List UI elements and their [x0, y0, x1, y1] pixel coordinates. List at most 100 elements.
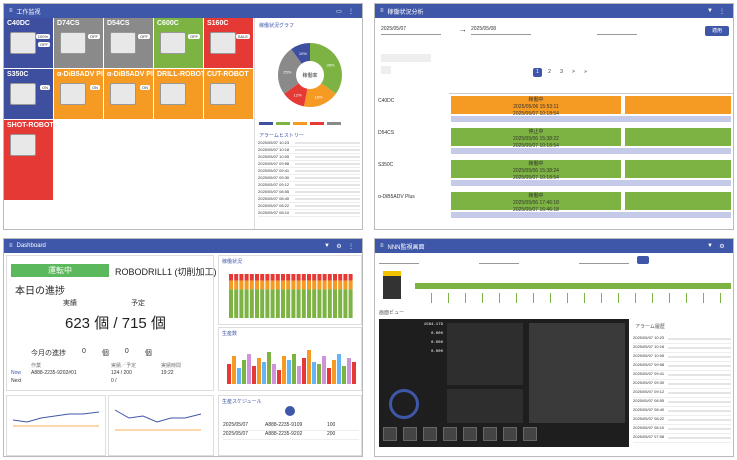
- machine-tile[interactable]: D54CS OFF: [104, 18, 153, 68]
- page-button[interactable]: 1: [533, 68, 542, 77]
- list-item[interactable]: 2025/05/07 08:10: [633, 425, 731, 434]
- machine-tile[interactable]: CUT-ROBOT: [204, 69, 253, 119]
- list-item[interactable]: 2025/05/07 10:18: [258, 147, 360, 154]
- gear-icon[interactable]: ⚙: [333, 243, 345, 250]
- list-item[interactable]: 2025/05/07 10:23: [258, 140, 360, 147]
- date-from-input[interactable]: 2025/05/07: [381, 26, 441, 35]
- machine-tile[interactable]: C40DC 100% OFF: [4, 18, 53, 68]
- list-item[interactable]: 2025/05/07 08:10: [258, 210, 360, 217]
- bar-segment: [281, 280, 285, 290]
- softkey[interactable]: [523, 427, 537, 441]
- bar-time-start: 2025/05/06 15:38:24: [513, 168, 559, 174]
- chart-title: 稼働状況グラフ: [259, 23, 295, 29]
- list-item[interactable]: 2025/05/07 09:12: [633, 389, 731, 398]
- gantt-bar[interactable]: 稼働中 2025/05/06 15:38:24 2025/05/07 10:18:5…: [451, 160, 621, 181]
- list-item[interactable]: 2025/05/07 09:30: [258, 175, 360, 182]
- list-item[interactable]: 2025/05/07 09:30: [633, 380, 731, 389]
- table-row[interactable]: 2025/05/07 A888-2235-9109 100: [223, 422, 359, 431]
- donut-slice-label: 12%: [294, 92, 302, 97]
- list-item[interactable]: 2025/05/07 09:58: [258, 161, 360, 168]
- list-item[interactable]: 2025/05/07 08:22: [258, 203, 360, 210]
- timestamp: 2025/05/07 08:22: [258, 203, 290, 208]
- page-button[interactable]: >: [569, 68, 578, 77]
- softkey[interactable]: [443, 427, 457, 441]
- apply-button[interactable]: [637, 256, 649, 264]
- filter-icon[interactable]: ▼: [321, 243, 333, 249]
- machine-tile[interactable]: α-DiB5ADV Plus ON: [54, 69, 111, 119]
- list-item[interactable]: 2025/05/07 08:40: [633, 407, 731, 416]
- softkey[interactable]: [463, 427, 477, 441]
- gantt-bar[interactable]: 稼働中 2025/05/06 17:46:18 2025/05/07 16:46:1…: [451, 192, 621, 213]
- list-item[interactable]: 2025/05/07 10:05: [633, 353, 731, 362]
- machine-tile[interactable]: DRILL-ROBOT: [154, 69, 205, 119]
- list-item[interactable]: 2025/05/07 10:23: [633, 335, 731, 344]
- gantt-bar-secondary[interactable]: [625, 160, 731, 178]
- page-button[interactable]: »: [581, 68, 590, 77]
- gantt-bar-secondary[interactable]: [625, 128, 731, 146]
- machine-tile[interactable]: α-DiB5ADV Pl... ON: [104, 69, 159, 119]
- machine-select[interactable]: [597, 26, 637, 35]
- machine-tile[interactable]: C600C OFF: [154, 18, 203, 68]
- gear-icon[interactable]: ⚙: [716, 243, 728, 250]
- softkey[interactable]: [483, 427, 497, 441]
- filter-icon[interactable]: ▼: [704, 243, 716, 249]
- page-button[interactable]: 2: [545, 68, 554, 77]
- filter-icon[interactable]: ▼: [704, 8, 716, 14]
- bar-segment: [234, 289, 239, 318]
- gantt-bar-secondary[interactable]: [625, 192, 731, 210]
- trend-card-2: [108, 395, 214, 456]
- more-icon[interactable]: ⋮: [345, 243, 357, 250]
- table-cell: [161, 378, 211, 386]
- table-row[interactable]: 2025/05/07 A888-2235-9202 200: [223, 431, 359, 440]
- more-icon[interactable]: ⋮: [345, 8, 357, 15]
- page-button[interactable]: 3: [557, 68, 566, 77]
- select-3[interactable]: [579, 258, 629, 264]
- apply-button[interactable]: 適用: [705, 26, 729, 36]
- softkey[interactable]: [383, 427, 397, 441]
- date-to-input[interactable]: 2025/05/08: [471, 26, 531, 35]
- search-input[interactable]: [381, 54, 431, 62]
- list-item[interactable]: 2025/05/07 08:40: [258, 196, 360, 203]
- donut-slice-label: 25%: [283, 69, 291, 74]
- more-icon[interactable]: ⋮: [716, 8, 728, 15]
- alarm-list: 2025/05/07 10:23 2025/05/07 10:18 2025/05/…: [258, 140, 360, 217]
- menu-icon[interactable]: ≡: [380, 243, 384, 249]
- list-item[interactable]: 2025/05/07 09:58: [633, 362, 731, 371]
- gantt-bar[interactable]: 稼働中 2025/05/06 15:53:11 2025/05/07 10:18:5…: [451, 96, 621, 117]
- select-2[interactable]: [479, 258, 519, 264]
- list-item[interactable]: 2025/05/07 10:18: [633, 344, 731, 353]
- machine-tile[interactable]: D74CS OFF: [54, 18, 103, 68]
- list-item[interactable]: 2025/05/07 09:41: [258, 168, 360, 175]
- status-tag: ON: [90, 85, 100, 90]
- list-item[interactable]: 2025/05/07 09:12: [258, 182, 360, 189]
- row-fill: [668, 383, 731, 385]
- bar-label: 稼働中: [528, 193, 544, 199]
- gantt-bar-secondary[interactable]: [625, 96, 731, 114]
- task-table: 作業 実績／予定 実績時間 Now A888-2235-9202#01 124 / 200…: [11, 362, 211, 386]
- list-item[interactable]: 2025/05/07 08:22: [633, 416, 731, 425]
- row-fill: [668, 374, 731, 376]
- screen-icon[interactable]: ▭: [333, 8, 345, 15]
- list-item[interactable]: 2025/05/07 07:58: [633, 434, 731, 443]
- softkey[interactable]: [403, 427, 417, 441]
- list-item[interactable]: 2025/05/07 09:41: [633, 371, 731, 380]
- legend-swatch: [310, 122, 324, 125]
- menu-icon[interactable]: ≡: [9, 8, 13, 14]
- list-item[interactable]: 2025/05/07 08:55: [633, 398, 731, 407]
- machine-tile[interactable]: S160C SALE: [204, 18, 253, 68]
- gantt-bar[interactable]: 停止中 2025/05/06 15:38:22 2025/05/07 10:18:5…: [451, 128, 621, 149]
- bar-segment: [286, 289, 291, 318]
- page-1-button[interactable]: [285, 406, 295, 416]
- machine-tile[interactable]: S350C ON: [4, 69, 53, 119]
- list-item[interactable]: 2025/05/07 08:55: [258, 189, 360, 196]
- menu-icon[interactable]: ≡: [380, 8, 384, 14]
- stacked-bar-chart: [229, 274, 353, 318]
- prev-button[interactable]: [381, 66, 391, 74]
- menu-icon[interactable]: ≡: [9, 243, 13, 249]
- machine-name: S160C: [207, 20, 229, 27]
- softkey[interactable]: [503, 427, 517, 441]
- select-1[interactable]: [379, 258, 419, 264]
- softkey[interactable]: [423, 427, 437, 441]
- list-item[interactable]: 2025/05/07 10:05: [258, 154, 360, 161]
- machine-tile[interactable]: SHOT-ROBOT: [4, 120, 54, 200]
